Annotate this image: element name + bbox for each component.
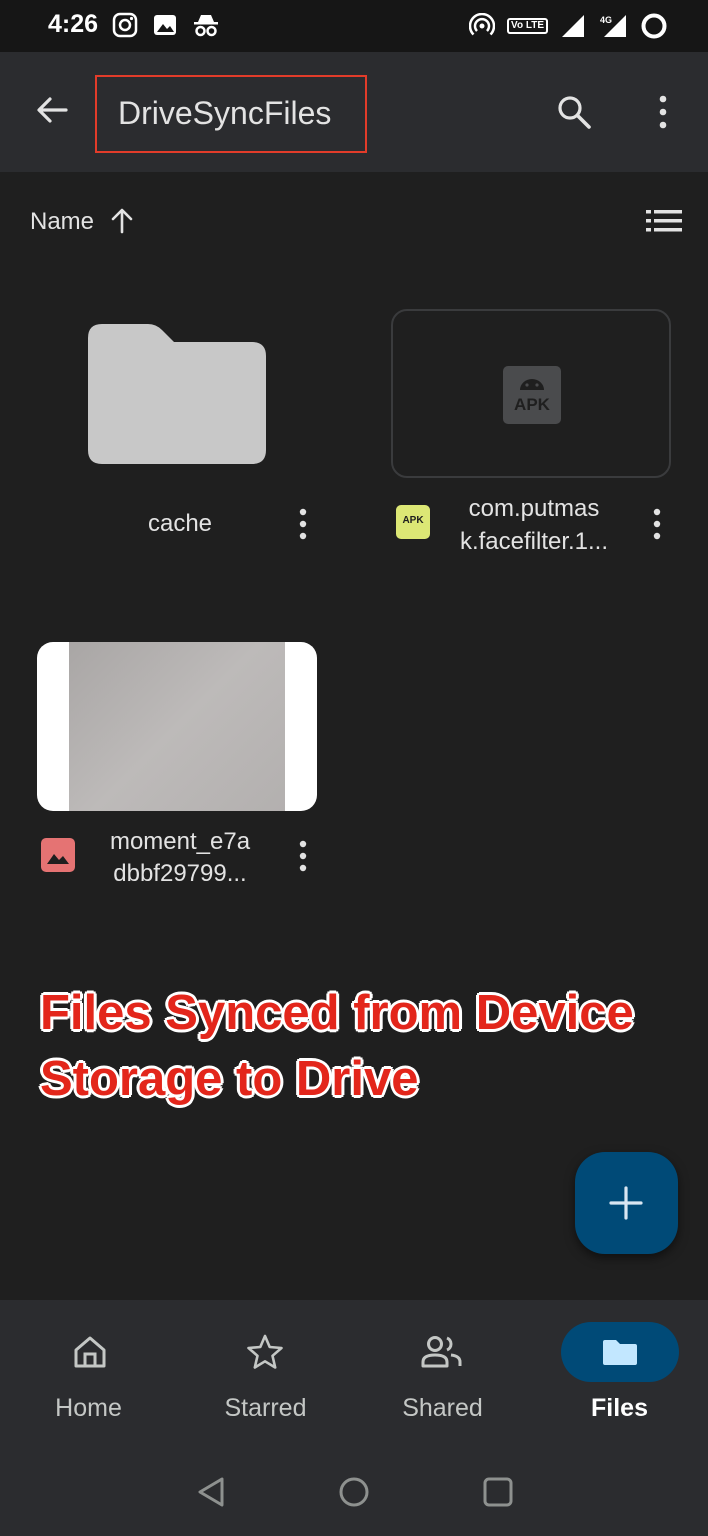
status-right-icons: Vo LTE 4G xyxy=(469,12,668,40)
file-tile-cache[interactable]: cache xyxy=(0,300,354,570)
signal-icon xyxy=(562,15,584,37)
file-name: cache xyxy=(147,510,213,537)
more-vert-icon[interactable] xyxy=(291,836,315,876)
back-button[interactable] xyxy=(32,90,72,130)
incognito-icon xyxy=(194,15,218,37)
more-vert-icon[interactable] xyxy=(291,504,315,544)
more-options-button[interactable] xyxy=(648,92,678,132)
annotation-caption: Files Synced from Device Storage to Driv… xyxy=(40,980,680,1112)
home-icon xyxy=(74,1336,106,1368)
more-vert-icon[interactable] xyxy=(645,504,669,544)
sort-row: Name xyxy=(0,190,708,254)
file-name-line2: k.facefilter.1... xyxy=(459,528,609,555)
image-photo-content xyxy=(69,642,285,811)
star-icon xyxy=(247,1334,283,1369)
sort-by-name-button[interactable]: Name xyxy=(30,208,94,236)
apk-thumbnail: APK xyxy=(391,309,671,478)
page-title: DriveSyncFiles xyxy=(118,95,332,131)
folder-thumbnail-icon xyxy=(88,324,266,464)
image-file-icon xyxy=(41,838,75,872)
volte-icon: Vo LTE xyxy=(507,18,548,34)
folder-icon xyxy=(603,1340,637,1365)
status-left-icons xyxy=(112,12,220,38)
nav-label: Starred xyxy=(224,1394,307,1422)
nav-label: Shared xyxy=(402,1394,483,1422)
hotspot-icon xyxy=(469,13,496,36)
instagram-icon xyxy=(112,12,138,38)
file-name-line1: com.putmas xyxy=(468,495,600,522)
list-view-icon[interactable] xyxy=(644,205,684,237)
bottom-nav: Home Starred Shared Files xyxy=(0,1300,708,1448)
shared-people-icon xyxy=(421,1336,462,1368)
arrow-upward-icon[interactable] xyxy=(108,205,136,235)
status-bar: 4:26 Vo LTE 4G xyxy=(0,0,708,52)
status-time: 4:26 xyxy=(48,10,99,38)
arrow-back-icon xyxy=(37,97,68,123)
file-name-line1: moment_e7a xyxy=(109,828,251,855)
new-item-fab[interactable] xyxy=(575,1152,678,1254)
apk-badge-icon: APK xyxy=(396,505,430,539)
app-bar: DriveSyncFiles xyxy=(0,52,708,172)
system-home-icon[interactable] xyxy=(336,1474,372,1510)
caption-line2: Storage to Drive xyxy=(40,1052,419,1106)
search-button[interactable] xyxy=(554,92,594,132)
plus-icon xyxy=(609,1186,643,1220)
image-thumbnail xyxy=(37,642,317,811)
file-tile-moment-image[interactable]: moment_e7a dbbf29799... xyxy=(0,632,354,902)
svg-text:4G: 4G xyxy=(600,15,612,25)
battery-ring-icon xyxy=(641,13,667,39)
file-name-line2: dbbf29799... xyxy=(113,860,247,887)
nav-label: Home xyxy=(55,1394,122,1422)
nav-shared[interactable]: Shared xyxy=(354,1300,531,1448)
file-tile-apk[interactable]: APK APK com.putmas k.facefilter.1... xyxy=(354,300,708,570)
system-nav-bar xyxy=(0,1448,708,1536)
android-apk-icon: APK xyxy=(503,366,561,424)
system-back-icon[interactable] xyxy=(194,1474,230,1510)
nav-files[interactable]: Files xyxy=(531,1300,708,1448)
more-vert-icon xyxy=(659,95,667,129)
caption-line1: Files Synced from Device xyxy=(40,986,634,1040)
nav-label: Files xyxy=(591,1394,648,1422)
gallery-icon xyxy=(154,15,176,35)
signal-4g-icon: 4G xyxy=(600,15,626,37)
svg-text:APK: APK xyxy=(514,395,551,414)
nav-starred[interactable]: Starred xyxy=(177,1300,354,1448)
nav-home[interactable]: Home xyxy=(0,1300,177,1448)
search-icon xyxy=(558,96,591,129)
system-recents-icon[interactable] xyxy=(480,1474,516,1510)
